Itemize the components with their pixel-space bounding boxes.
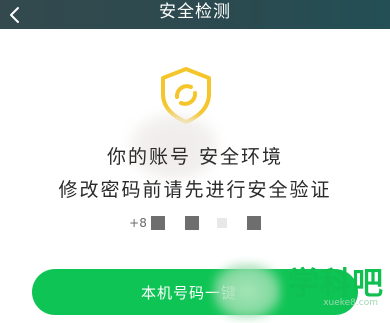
page-title: 安全检测	[159, 2, 231, 22]
message-line-2: 修改密码前请先进行安全验证	[58, 179, 332, 201]
watermark-logo: 学科吧 xueke8.com	[288, 268, 384, 320]
watermark-text: 学科吧	[288, 266, 384, 302]
redaction-blur	[212, 262, 282, 320]
phone-prefix: +8	[129, 216, 147, 230]
message-line-1: 你的账号 安全环境	[106, 146, 284, 168]
security-check-screen: 安全检测 你的账号 安全环境 修改密码前请先进行安全验证 +8 本机号码一键 学…	[0, 0, 390, 323]
header-bar: 安全检测	[0, 0, 390, 29]
mask-block	[150, 216, 165, 230]
mask-block	[246, 216, 261, 230]
mask-block	[184, 216, 199, 230]
masked-phone-number: +8	[0, 214, 390, 232]
mask-block	[216, 218, 227, 228]
